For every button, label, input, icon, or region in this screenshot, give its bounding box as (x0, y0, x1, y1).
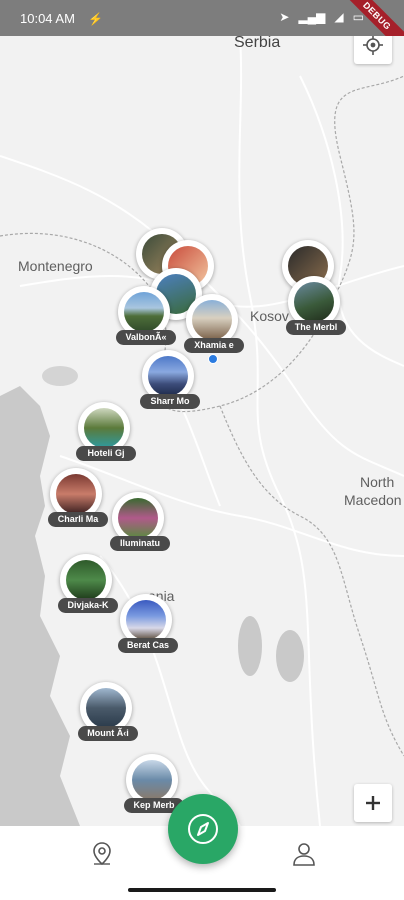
status-bar: 10:04 AM ⚡ ➤ ▂▄▆ ◢ ▭ DEBUG (0, 0, 404, 61)
home-indicator (128, 888, 276, 892)
map-label-north: North (360, 474, 395, 490)
plus-icon (366, 796, 380, 810)
sync-off-icon: ⚡ (88, 12, 103, 26)
crosshair-icon (363, 36, 383, 55)
place-label: Berat Cas (118, 638, 178, 653)
status-time: 10:04 AM (20, 11, 75, 26)
place-marker[interactable]: The Merbl (286, 276, 346, 346)
map-view[interactable]: Serbia Montenegro Kosov North Macedon an… (0, 36, 404, 826)
place-marker[interactable]: Mount Ã‹i (78, 682, 138, 752)
location-dot (208, 354, 218, 364)
place-marker[interactable]: Sharr Mo (140, 350, 200, 420)
place-marker[interactable]: Iluminatu (110, 492, 170, 562)
map-pin-icon[interactable] (88, 840, 116, 868)
map-label-kosovo: Kosov (250, 308, 289, 324)
place-label: The Merbl (286, 320, 346, 335)
map-label-serbia: Serbia (234, 36, 281, 51)
place-marker[interactable]: Charli Ma (48, 468, 108, 538)
place-label: Charli Ma (48, 512, 108, 527)
place-label: Hoteli Gj (76, 446, 136, 461)
location-arrow-icon: ➤ (279, 10, 290, 24)
map-label-macedonia: Macedon (344, 492, 402, 508)
profile-icon[interactable] (290, 840, 318, 868)
place-label: Sharr Mo (140, 394, 200, 409)
compass-icon (188, 814, 218, 844)
status-icons: ➤ ▂▄▆ ◢ ▭ (279, 10, 364, 24)
map-label-montenegro: Montenegro (18, 258, 93, 274)
explore-button[interactable] (168, 794, 238, 864)
place-label: Mount Ã‹i (78, 726, 138, 741)
place-label: ValbonÃ« (116, 330, 176, 345)
wifi-icon: ◢ (334, 10, 344, 24)
place-marker[interactable]: ValbonÃ« (116, 286, 176, 356)
my-location-button[interactable] (354, 36, 392, 64)
signal-icon: ▂▄▆ (298, 10, 326, 24)
place-marker[interactable]: Divjaka-K (58, 554, 118, 624)
map-base (0, 36, 404, 826)
place-marker[interactable]: Hoteli Gj (76, 402, 136, 472)
place-label: Iluminatu (110, 536, 170, 551)
place-marker[interactable]: Berat Cas (118, 594, 178, 664)
place-label: Divjaka-K (58, 598, 118, 613)
zoom-in-button[interactable] (354, 784, 392, 822)
